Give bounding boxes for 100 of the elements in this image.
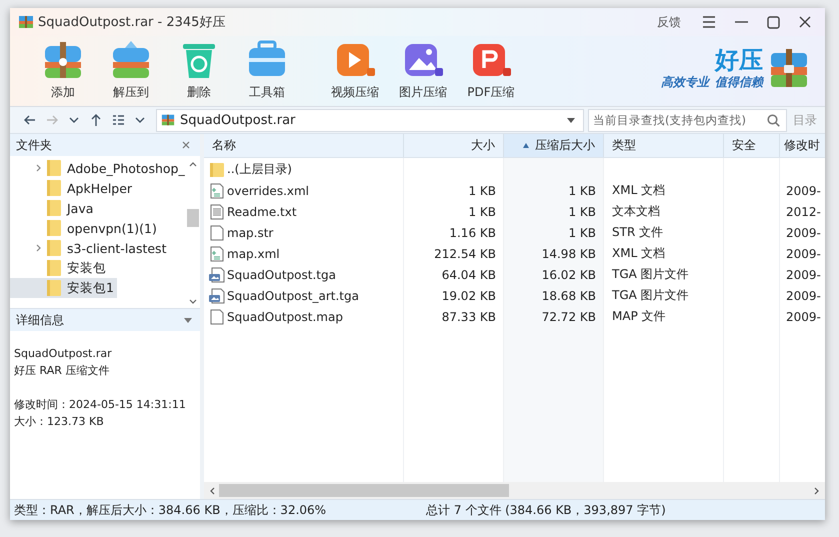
back-arrow-icon: [24, 115, 36, 125]
size-cell: 19.02 KB: [442, 288, 496, 302]
scrollbar-thumb[interactable]: [187, 209, 200, 227]
folder-tree-item[interactable]: openvpn(1)(1): [10, 218, 185, 238]
toolbar-button[interactable]: 工具箱: [236, 36, 298, 101]
folder-icon: [47, 260, 61, 276]
folder-icon: [47, 220, 61, 236]
modified-cell: 2009-: [786, 310, 821, 324]
folder-icon: [47, 200, 61, 216]
file-name[interactable]: ..(上层目录): [227, 161, 292, 178]
status-text: 总计 7 个文件 (384.66 KB，393,897 字节): [426, 502, 666, 518]
archive-icon: [161, 113, 175, 127]
scroll-right-icon: [814, 486, 819, 494]
document-icon: [209, 182, 225, 198]
column-header[interactable]: 名称: [204, 134, 404, 157]
size-cell: 1 KB: [468, 204, 496, 218]
sort-arrow-icon: [523, 143, 529, 148]
slogan-text: 高效专业: [661, 74, 709, 91]
column-header[interactable]: 压缩后大小: [504, 134, 604, 157]
type-cell: STR 文件: [612, 224, 664, 241]
column-header[interactable]: 类型: [604, 134, 724, 157]
text-file-icon: [209, 204, 225, 220]
folder-tree-item[interactable]: 安装包: [10, 258, 185, 278]
folder-icon: [47, 180, 61, 196]
packed-size-cell: 16.02 KB: [542, 268, 596, 282]
column-header[interactable]: 修改时: [780, 134, 825, 157]
modified-cell: 2012-: [786, 204, 821, 218]
type-cell: MAP 文件: [612, 308, 666, 325]
size-cell: 212.54 KB: [434, 246, 496, 260]
modified-cell: 2009-: [786, 184, 821, 198]
scrollbar-thumb[interactable]: [219, 484, 509, 497]
scroll-down-icon: [189, 299, 198, 304]
maximize-icon: [766, 16, 780, 28]
file-icon: [209, 308, 225, 324]
search-field[interactable]: 当前目录查找(支持包内查找): [588, 108, 787, 132]
file-size-text: 大小：123.73 KB: [14, 414, 104, 430]
search-icon: [767, 114, 780, 126]
packed-size-cell: 1 KB: [568, 226, 596, 240]
folder-tree-item[interactable]: Adobe_Photoshop_: [10, 158, 185, 178]
chevron-down-icon: [69, 117, 79, 123]
file-name[interactable]: SquadOutpost.map: [227, 310, 343, 324]
slogan-text: 值得信赖: [715, 74, 763, 91]
image-file-icon: [209, 266, 225, 282]
size-cell: 1.16 KB: [449, 226, 496, 240]
folder-icon: [47, 160, 61, 176]
packed-size-cell: 1 KB: [568, 184, 596, 198]
window-title: SquadOutpost.rar - 2345好压: [38, 14, 226, 31]
packed-size-cell: 72.72 KB: [542, 310, 596, 324]
file-name[interactable]: overrides.xml: [227, 184, 310, 198]
path-field[interactable]: SquadOutpost.rar: [156, 108, 584, 132]
document-icon: [209, 246, 225, 262]
file-name-text: SquadOutpost.rar: [14, 346, 112, 362]
toolbar-button[interactable]: 视频压缩: [324, 36, 386, 101]
folder-tree-item[interactable]: 安装包1: [10, 278, 117, 298]
packed-size-cell: 14.98 KB: [542, 246, 596, 260]
file-name[interactable]: map.str: [227, 226, 274, 240]
chevron-down-icon: [135, 117, 145, 123]
modified-time-text: 修改时间：2024-05-15 14:31:11: [14, 397, 186, 413]
folder-icon: [47, 280, 61, 296]
up-arrow-icon: [91, 114, 101, 126]
close-icon: [799, 16, 811, 28]
close-icon: [182, 141, 190, 149]
status-text: 类型：RAR，解压后大小：384.66 KB，压缩比：32.06%: [13, 502, 328, 518]
menu-icon: [702, 16, 716, 28]
feedback-button[interactable]: 反馈: [653, 14, 685, 30]
path-text: SquadOutpost.rar: [180, 112, 296, 128]
toolbar-button[interactable]: PDF压缩: [460, 36, 522, 101]
file-name[interactable]: SquadOutpost.tga: [227, 268, 336, 282]
file-icon: [209, 224, 225, 240]
file-name[interactable]: map.xml: [227, 246, 280, 260]
panel-title: 文件夹: [16, 136, 52, 154]
file-type-text: 好压 RAR 压缩文件: [14, 363, 110, 379]
close-panel-button[interactable]: [180, 139, 192, 151]
forward-arrow-icon: [46, 115, 58, 125]
size-cell: 1 KB: [468, 184, 496, 198]
toolbar-button[interactable]: 图片压缩: [392, 36, 454, 101]
size-cell: 64.04 KB: [442, 268, 496, 282]
file-name[interactable]: Readme.txt: [227, 204, 297, 218]
type-cell: XML 文档: [612, 182, 666, 199]
folder-tree-item[interactable]: s3-client-lastest: [10, 238, 185, 258]
file-name[interactable]: SquadOutpost_art.tga: [227, 288, 359, 302]
dropdown-arrow-icon: [184, 318, 192, 322]
toolbar-button[interactable]: 解压到: [100, 36, 162, 101]
modified-cell: 2009-: [786, 268, 821, 282]
dropdown-arrow-icon: [567, 118, 575, 122]
brand-name: 好压: [715, 46, 763, 74]
folder-tree-item[interactable]: ApkHelper: [10, 178, 185, 198]
folder-icon: [47, 240, 61, 256]
modified-cell: 2009-: [786, 288, 821, 302]
toolbar-button[interactable]: 添加: [32, 36, 94, 101]
scrollbar[interactable]: [204, 482, 825, 499]
modified-cell: 2009-: [786, 226, 821, 240]
size-cell: 87.33 KB: [442, 310, 496, 324]
image-file-icon: [209, 288, 225, 304]
scroll-left-icon: [210, 486, 215, 494]
type-cell: TGA 图片文件: [612, 266, 689, 283]
type-cell: 文本文档: [612, 203, 660, 220]
folder-tree-item[interactable]: Java: [10, 198, 185, 218]
column-header[interactable]: 安全: [724, 134, 780, 157]
toolbar-button[interactable]: 删除: [168, 36, 230, 101]
